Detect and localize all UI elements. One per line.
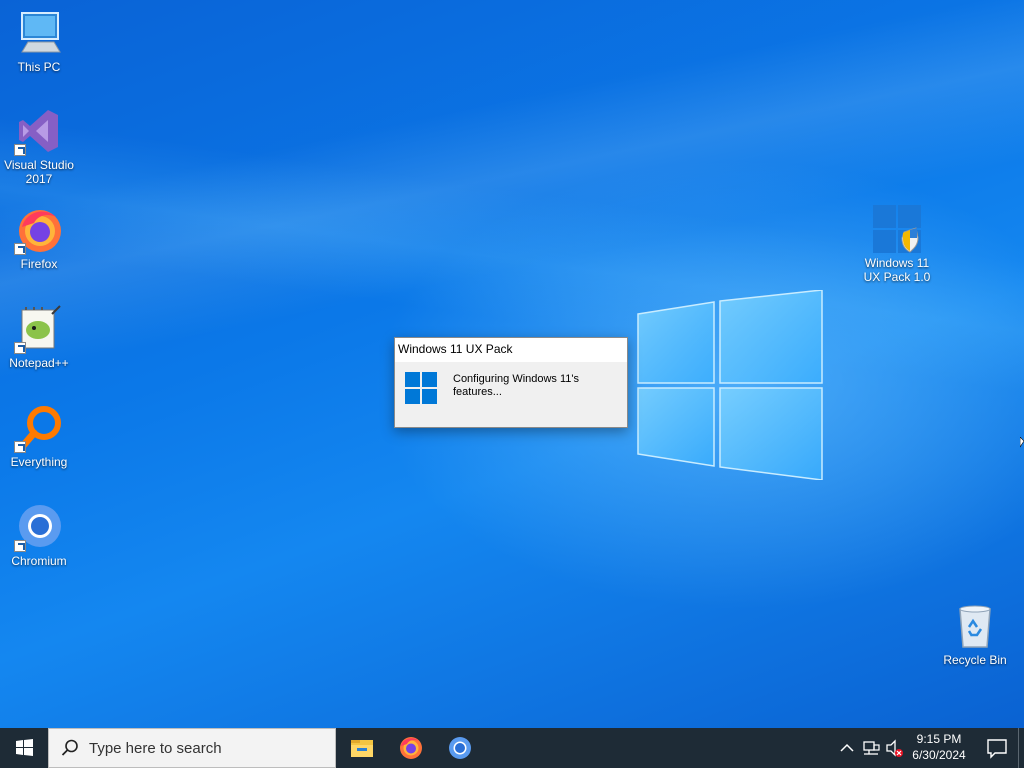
taskbar-file-explorer[interactable] [338, 728, 386, 768]
desktop-icon-label: Recycle Bin [943, 653, 1007, 667]
windows-installer-icon [872, 204, 922, 254]
desktop[interactable]: This PC Visual Studio 2017 Firefox Notep… [0, 0, 1024, 728]
chromium-icon [14, 502, 64, 552]
desktop-icon-ux-pack[interactable]: Windows 11 UX Pack 1.0 [857, 204, 937, 284]
search-icon [61, 739, 78, 756]
desktop-icon-notepadpp[interactable]: Notepad++ [0, 304, 78, 370]
dialog-message: Configuring Windows 11's features... [453, 373, 580, 398]
action-center-button[interactable] [976, 728, 1018, 768]
computer-icon [14, 8, 64, 58]
desktop-icon-label: Firefox [20, 257, 58, 271]
configuring-dialog[interactable]: Windows 11 UX Pack Configuring Windows 1… [394, 337, 628, 428]
desktop-icon-visual-studio[interactable]: Visual Studio 2017 [0, 106, 78, 186]
notepadpp-icon [14, 304, 64, 354]
clock-time: 9:15 PM [916, 732, 962, 746]
chromium-icon [449, 737, 471, 759]
taskbar-search-box[interactable]: Type here to search [48, 728, 336, 768]
shortcut-arrow-icon [14, 144, 26, 156]
network-button[interactable] [860, 728, 882, 768]
shortcut-arrow-icon [14, 540, 26, 552]
visual-studio-icon [14, 106, 64, 156]
desktop-icon-chromium[interactable]: Chromium [0, 502, 78, 568]
firefox-icon [14, 205, 64, 255]
desktop-icon-label: Everything [10, 455, 68, 469]
windows-start-icon [16, 739, 33, 756]
desktop-icon-everything[interactable]: Everything [0, 403, 78, 469]
desktop-icon-label: Visual Studio 2017 [4, 158, 74, 186]
mouse-cursor [1019, 436, 1024, 451]
wallpaper-windows-logo [637, 290, 823, 480]
everything-search-icon [14, 403, 64, 453]
network-icon [863, 741, 880, 755]
taskbar-chromium[interactable] [436, 728, 484, 768]
shortcut-arrow-icon [14, 342, 26, 354]
desktop-icon-label: Windows 11 UX Pack 1.0 [863, 256, 931, 284]
chevron-up-icon [840, 743, 854, 752]
start-button[interactable] [0, 728, 48, 768]
show-desktop-button[interactable] [1018, 728, 1024, 768]
dialog-title: Windows 11 UX Pack [395, 338, 627, 362]
desktop-icon-firefox[interactable]: Firefox [0, 205, 78, 271]
taskbar-firefox[interactable] [387, 728, 435, 768]
desktop-icon-label: This PC [17, 60, 61, 74]
desktop-icon-label: Chromium [11, 554, 67, 568]
desktop-icon-label: Notepad++ [9, 356, 69, 370]
taskbar: Type here to search 9:15 PM 6/30/2024 [0, 728, 1024, 768]
folder-icon [351, 740, 373, 757]
clock-date: 6/30/2024 [912, 748, 966, 762]
shortcut-arrow-icon [14, 243, 26, 255]
shortcut-arrow-icon [14, 441, 26, 453]
hidden-icons-button[interactable] [836, 728, 858, 768]
search-placeholder: Type here to search [89, 740, 222, 757]
recycle-bin-icon [950, 601, 1000, 651]
desktop-icon-this-pc[interactable]: This PC [0, 8, 78, 74]
desktop-icon-recycle-bin[interactable]: Recycle Bin [936, 601, 1014, 667]
windows-logo-icon [405, 372, 437, 404]
notification-icon [987, 739, 1007, 759]
firefox-icon [400, 737, 422, 759]
taskbar-clock[interactable]: 9:15 PM 6/30/2024 [902, 731, 976, 763]
